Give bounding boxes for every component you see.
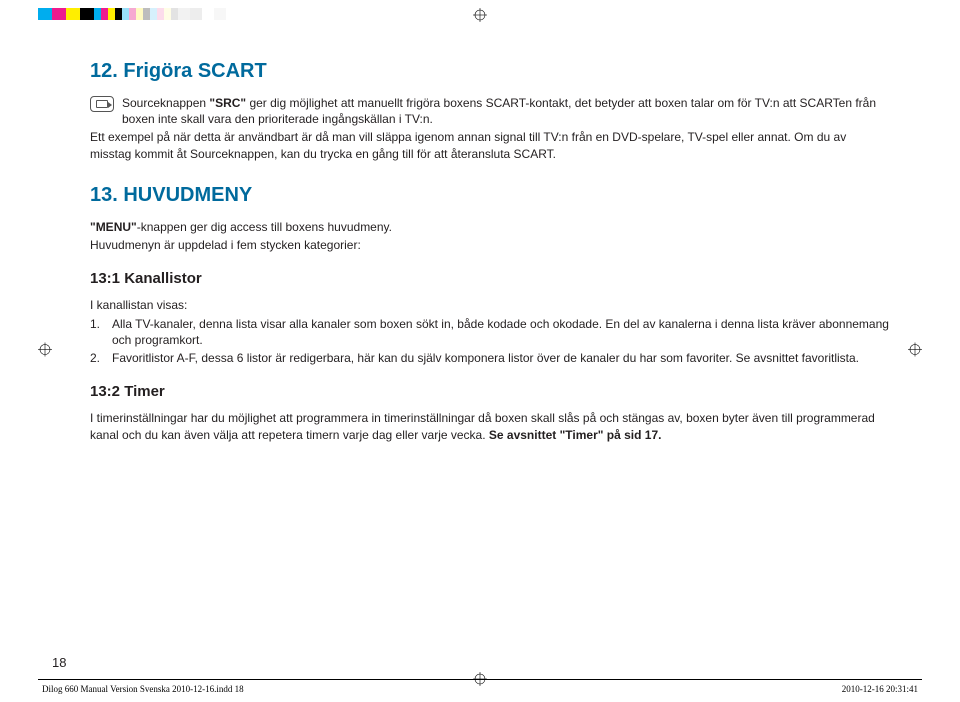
registration-mark-left <box>38 343 52 360</box>
page-number: 18 <box>52 655 66 670</box>
section-13-line1: "MENU"-knappen ger dig access till boxen… <box>90 219 890 235</box>
timer-bold: Se avsnittet "Timer" på sid 17. <box>489 428 662 442</box>
footer-filename: Dilog 660 Manual Version Svenska 2010-12… <box>42 684 244 694</box>
section-13-line2: Huvudmenyn är uppdelad i fem stycken kat… <box>90 237 890 253</box>
footer-divider <box>38 679 922 680</box>
registration-mark-top <box>473 8 487 25</box>
registration-mark-bottom <box>473 672 487 689</box>
list-item: 2.Favoritlistor A-F, dessa 6 listor är r… <box>90 350 890 366</box>
src-button-icon <box>90 96 114 112</box>
print-color-bar <box>38 8 226 20</box>
section-12-body: Ett exempel på när detta är användbart ä… <box>90 129 890 161</box>
intro-text-src: "SRC" <box>209 96 246 110</box>
footer-timestamp: 2010-12-16 20:31:41 <box>842 684 918 694</box>
menu-post: -knappen ger dig access till boxens huvu… <box>137 220 392 234</box>
timer-body: I timerinställningar har du möjlighet at… <box>90 410 890 442</box>
registration-mark-right <box>908 343 922 360</box>
list-item-text: Favoritlistor A-F, dessa 6 listor är red… <box>112 350 859 366</box>
heading-12: 12. Frigöra SCART <box>90 58 890 85</box>
heading-13-2: 13:2 Timer <box>90 382 890 402</box>
section-12-intro: Sourceknappen "SRC" ger dig möjlighet at… <box>90 95 890 127</box>
intro-text-pre: Sourceknappen <box>122 96 209 110</box>
list-item: 1.Alla TV-kanaler, denna lista visar all… <box>90 316 890 348</box>
page-content: 12. Frigöra SCART Sourceknappen "SRC" ge… <box>90 58 890 445</box>
kanallistor-intro: I kanallistan visas: <box>90 297 890 313</box>
heading-13-1: 13:1 Kanallistor <box>90 269 890 289</box>
list-item-text: Alla TV-kanaler, denna lista visar alla … <box>112 316 890 348</box>
kanallistor-list: 1.Alla TV-kanaler, denna lista visar all… <box>90 316 890 367</box>
timer-text: I timerinställningar har du möjlighet at… <box>90 411 875 441</box>
heading-13: 13. HUVUDMENY <box>90 182 890 209</box>
menu-bold: "MENU" <box>90 220 137 234</box>
